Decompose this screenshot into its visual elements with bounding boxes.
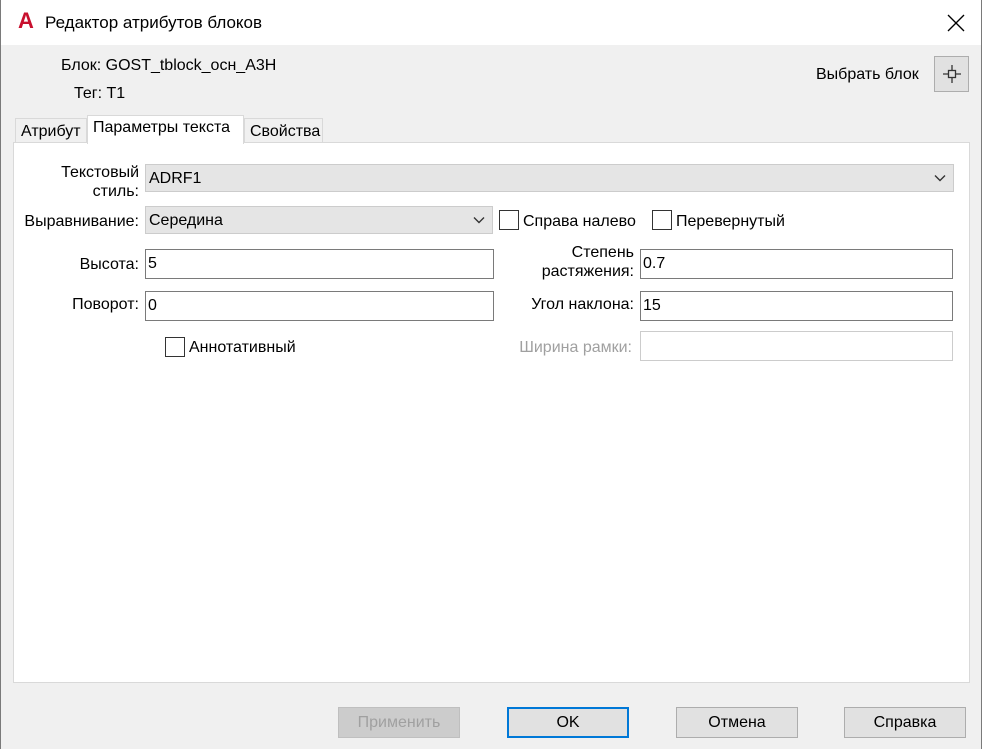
window-title: Редактор атрибутов блоков bbox=[45, 13, 263, 32]
alignment-select[interactable]: Середина bbox=[145, 206, 493, 234]
tab-properties[interactable]: Свойства bbox=[244, 118, 323, 144]
text-style-value: ADRF1 bbox=[149, 170, 202, 187]
text-options-panel: Текстовый стиль: ADRF1 Выравнивание: Сер… bbox=[13, 142, 970, 683]
block-attribute-editor-dialog: A Редактор атрибутов блоков Блок: GOST_t… bbox=[0, 0, 982, 749]
height-label: Высота: bbox=[79, 256, 139, 273]
alignment-label: Выравнивание: bbox=[24, 213, 139, 230]
cancel-button[interactable]: Отмена bbox=[676, 707, 798, 738]
chevron-down-icon bbox=[473, 217, 485, 224]
help-button[interactable]: Справка bbox=[844, 707, 966, 738]
apply-button[interactable]: Применить bbox=[338, 707, 460, 738]
close-icon bbox=[947, 14, 965, 31]
pick-block-button[interactable] bbox=[934, 56, 969, 92]
annotative-label: Аннотативный bbox=[189, 339, 296, 356]
oblique-angle-input[interactable]: 15 bbox=[640, 291, 953, 321]
rotation-input[interactable]: 0 bbox=[145, 291, 494, 321]
text-style-select[interactable]: ADRF1 bbox=[145, 164, 954, 192]
block-name-label: Блок: GOST_tblock_осн_A3H bbox=[61, 57, 277, 74]
height-input[interactable]: 5 bbox=[145, 249, 494, 279]
upside-down-label: Перевернутый bbox=[676, 213, 785, 230]
pick-block-label: Выбрать блок bbox=[816, 66, 919, 83]
frame-width-label: Ширина рамки: bbox=[519, 339, 632, 356]
rotation-label: Поворот: bbox=[72, 296, 139, 313]
tab-text-options[interactable]: Параметры текста bbox=[87, 115, 244, 144]
alignment-value: Середина bbox=[149, 212, 223, 229]
width-factor-label: Степень растяжения: bbox=[541, 244, 634, 280]
tag-label: Тег: T1 bbox=[74, 85, 126, 102]
right-to-left-label: Справа налево bbox=[523, 213, 636, 230]
title-bar: A Редактор атрибутов блоков bbox=[1, 0, 981, 45]
upside-down-checkbox[interactable] bbox=[652, 210, 672, 230]
autocad-app-icon: A bbox=[18, 8, 34, 33]
crosshair-icon bbox=[942, 65, 961, 83]
tab-attribute[interactable]: Атрибут bbox=[15, 118, 87, 144]
close-button[interactable] bbox=[931, 0, 981, 45]
width-factor-input[interactable]: 0.7 bbox=[640, 249, 953, 279]
annotative-checkbox[interactable] bbox=[165, 337, 185, 357]
oblique-angle-label: Угол наклона: bbox=[531, 296, 634, 313]
right-to-left-checkbox[interactable] bbox=[499, 210, 519, 230]
ok-button[interactable]: OK bbox=[507, 707, 629, 738]
chevron-down-icon bbox=[934, 175, 946, 182]
frame-width-input bbox=[640, 331, 953, 361]
text-style-label: Текстовый стиль: bbox=[61, 164, 139, 200]
